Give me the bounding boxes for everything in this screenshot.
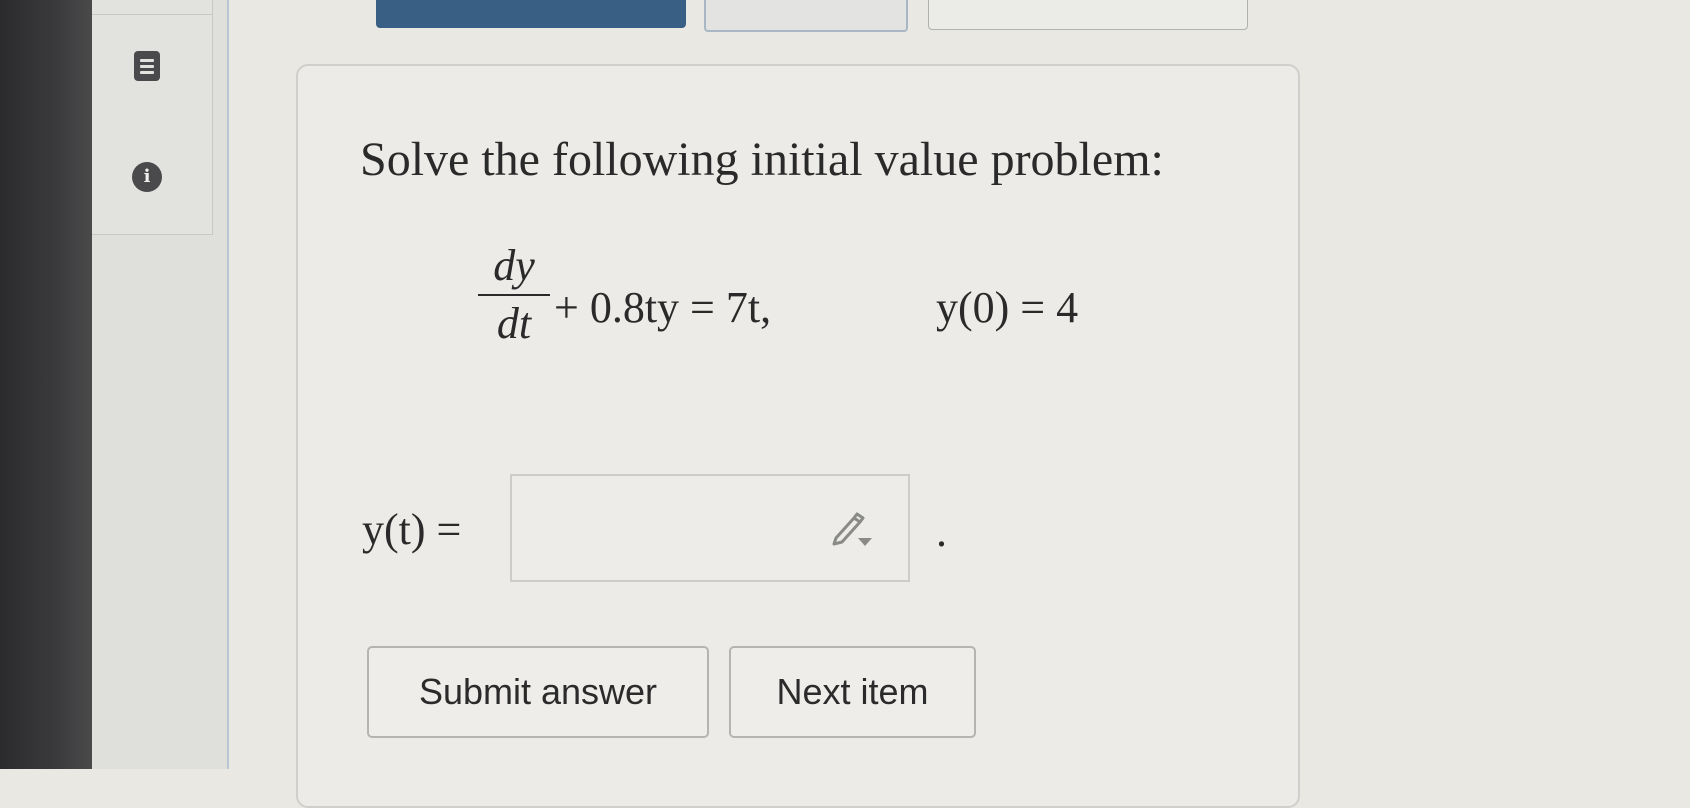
derivative-numerator: dy [493,241,535,290]
derivative-fraction: dy dt [478,240,550,350]
sidebar-menu-button[interactable] [92,14,213,116]
question-prompt: Solve the following initial value proble… [360,133,1164,186]
initial-condition: y(0) = 4 [936,283,1079,332]
submit-answer-button[interactable]: Submit answer [367,646,709,738]
pencil-dropdown-icon[interactable] [830,508,874,548]
screen-bezel [0,0,92,769]
answer-trailing-period: . [936,507,947,556]
top-submit-answer-button[interactable] [376,0,686,28]
derivative-denominator: dt [496,299,532,348]
equation-rest: + 0.8ty = 7t, [554,283,772,332]
sidebar: i [92,0,229,769]
answer-label: y(t) = [362,505,462,554]
sidebar-info-button[interactable]: i [92,114,213,235]
get-help-button[interactable] [704,0,908,32]
info-icon: i [132,162,162,192]
next-item-button[interactable]: Next item [729,646,976,738]
practice-similar-button[interactable] [928,0,1248,30]
menu-icon [134,51,160,81]
fraction-bar [478,294,550,296]
